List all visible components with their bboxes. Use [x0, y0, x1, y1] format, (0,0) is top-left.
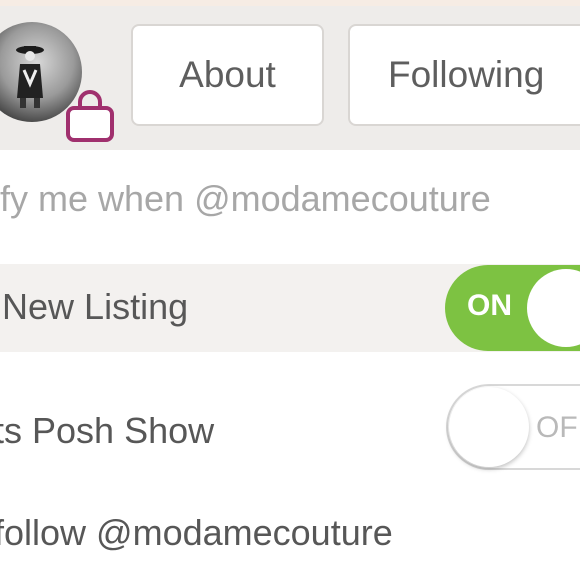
notify-heading: tify me when @modamecouture: [0, 178, 491, 219]
toggle-knob: [527, 269, 580, 347]
notification-label: arts Posh Show: [0, 410, 215, 451]
avatar-figure-icon: [16, 46, 44, 108]
notification-row-new-listing: d New Listing ON: [0, 264, 580, 352]
header-divider: [0, 0, 580, 6]
posh-show-toggle[interactable]: OFF: [446, 384, 580, 470]
notification-label: d New Listing: [0, 286, 189, 327]
about-button[interactable]: About: [131, 24, 324, 126]
follow-link[interactable]: follow @modamecouture: [0, 512, 393, 554]
profile-panel: About Following tify me when @modamecout…: [0, 0, 580, 580]
new-listing-toggle[interactable]: ON: [445, 265, 580, 351]
toggle-state-label: OFF: [536, 411, 580, 444]
toggle-state-label: ON: [467, 289, 512, 322]
profile-header: About Following: [0, 0, 580, 150]
notification-row-posh-show: arts Posh Show OFF: [0, 376, 580, 476]
toggle-knob: [449, 387, 529, 467]
shopping-bag-icon: [66, 90, 114, 142]
following-button[interactable]: Following: [348, 24, 580, 126]
